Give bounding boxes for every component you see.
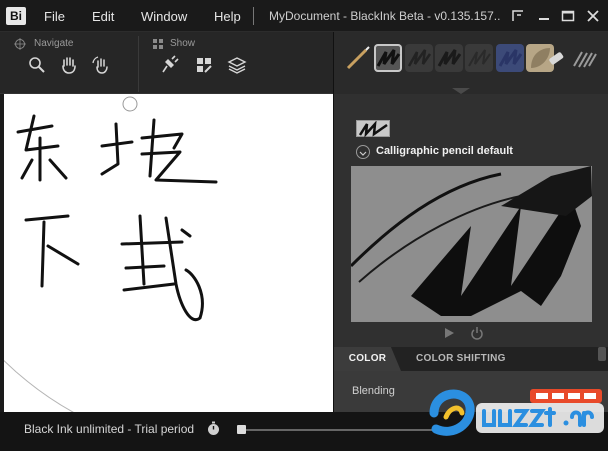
- pen-nib-icon: [346, 46, 370, 70]
- brush-stroke-icon: [468, 49, 491, 67]
- timeline-slider-track[interactable]: [238, 429, 458, 431]
- show-grid-button[interactable]: [193, 54, 215, 76]
- document-title: MyDocument - BlackInk Beta - v0.135.157.…: [269, 9, 501, 23]
- show-layers-button[interactable]: [226, 54, 248, 76]
- brush-preview-stroke: [351, 166, 592, 316]
- maximize-button[interactable]: [558, 6, 578, 26]
- tab-color[interactable]: COLOR: [334, 347, 401, 371]
- preset-thumbnail[interactable]: [356, 120, 390, 138]
- brush-bar: [333, 32, 608, 94]
- preset-name: Calligraphic pencil default: [376, 145, 513, 157]
- rotate-tool-button[interactable]: [90, 54, 112, 76]
- brush-eraser[interactable]: [542, 44, 570, 72]
- eraser-icon: [549, 52, 564, 65]
- close-icon: [587, 10, 599, 22]
- drawing-canvas[interactable]: [4, 94, 333, 412]
- brush-preview: [351, 166, 592, 322]
- menu-edit[interactable]: Edit: [92, 9, 114, 24]
- close-button[interactable]: [583, 6, 603, 26]
- layers-stack-icon: [227, 57, 247, 74]
- blending-label: Blending: [352, 385, 395, 397]
- maximize-icon: [561, 10, 575, 22]
- show-group-icon: [152, 37, 164, 49]
- tab-color-shifting[interactable]: COLOR SHIFTING: [416, 347, 506, 371]
- toolbar-separator: [138, 36, 139, 92]
- app-logo: Bi: [6, 7, 26, 25]
- brush-pen-nib[interactable]: [344, 44, 372, 72]
- brush-stroke-icon: [407, 49, 432, 67]
- calligraphic-pencil-icon: [376, 49, 401, 67]
- handwriting-ink: [16, 114, 218, 322]
- preview-power-button[interactable]: [470, 326, 484, 340]
- panel-tabs: COLOR COLOR SHIFTING: [334, 347, 608, 371]
- restore-corner-button[interactable]: [508, 6, 528, 26]
- brush-calligraphic-pencil[interactable]: [374, 44, 402, 72]
- layers-grid-icon: [197, 58, 212, 73]
- rotation-handle: [122, 96, 138, 112]
- zoom-tool-button[interactable]: [26, 54, 48, 76]
- timeline-slider-knob[interactable]: [237, 425, 246, 434]
- preset-dropdown-button[interactable]: [356, 145, 370, 159]
- panel-scrollbar[interactable]: [598, 347, 606, 361]
- title-separator: [253, 7, 254, 25]
- brush-4[interactable]: [435, 44, 463, 72]
- preview-play-button[interactable]: [442, 326, 456, 340]
- play-icon: [445, 328, 454, 338]
- menu-file[interactable]: File: [44, 9, 65, 24]
- plug-icon: [162, 55, 179, 73]
- site-watermark-logo: [426, 383, 608, 443]
- minimize-button[interactable]: [534, 6, 554, 26]
- brush-blue[interactable]: [496, 44, 524, 72]
- brush-stroke-icon: [437, 49, 462, 67]
- title-bar: Bi File Edit Window Help MyDocument - Bl…: [0, 0, 608, 32]
- magnifier-icon: [29, 57, 45, 73]
- canvas-strokes: [4, 96, 218, 412]
- pan-tool-button[interactable]: [58, 54, 80, 76]
- rotation-guide-circle: [4, 359, 75, 412]
- brush-5[interactable]: [465, 44, 493, 72]
- corner-icon: [512, 10, 523, 21]
- menu-help[interactable]: Help: [214, 9, 241, 24]
- power-icon: [471, 327, 483, 340]
- navigate-group-label: Navigate: [34, 38, 74, 49]
- minimize-icon: [539, 18, 549, 20]
- show-group-label: Show: [170, 38, 196, 49]
- menu-window[interactable]: Window: [141, 9, 187, 24]
- watermark-logo-icon: [429, 389, 604, 436]
- blue-brush-icon: [498, 49, 523, 67]
- hand-icon: [62, 57, 76, 74]
- preset-stroke-icon: [358, 120, 388, 138]
- brush-3[interactable]: [405, 44, 433, 72]
- timer-button[interactable]: [206, 421, 221, 436]
- rotate-hand-icon: [92, 56, 108, 74]
- brush-settings-panel: Calligraphic pencil default COLOR COLOR …: [333, 94, 608, 412]
- show-plugin-button[interactable]: [160, 54, 182, 76]
- hatch-brush-icon: [573, 51, 597, 68]
- stopwatch-icon: [208, 421, 219, 435]
- tool-bar: Navigate Show: [0, 32, 333, 94]
- chevron-down-icon: [359, 151, 367, 156]
- trial-status-text: Black Ink unlimited - Trial period: [24, 422, 195, 436]
- navigate-group-icon: [14, 37, 26, 50]
- brush-hatch[interactable]: [570, 44, 598, 72]
